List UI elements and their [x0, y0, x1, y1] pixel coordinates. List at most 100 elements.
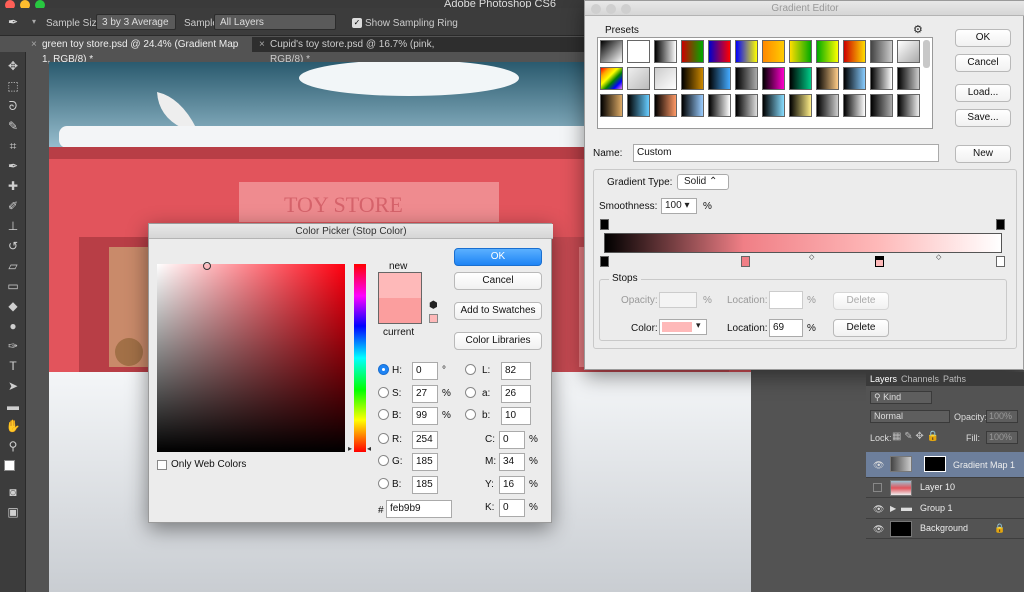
color-select[interactable]: ▾: [659, 319, 707, 335]
brightness-field[interactable]: 99: [412, 407, 438, 425]
l-radio[interactable]: [465, 364, 476, 375]
minimize-dialog-icon[interactable]: [606, 4, 616, 14]
midpoint-diamond-1[interactable]: ◇: [809, 253, 814, 261]
ok-button[interactable]: OK: [454, 248, 542, 266]
gradient-type-select[interactable]: Solid ⌃: [677, 174, 729, 190]
presets-grid[interactable]: [597, 37, 933, 129]
preset-swatch[interactable]: [816, 94, 839, 117]
m-field[interactable]: 34: [499, 453, 525, 471]
brush-tool-icon[interactable]: ✐: [4, 198, 22, 214]
smoothness-field[interactable]: 100 ▾: [661, 198, 697, 214]
doc-tab-green-toy-store[interactable]: × green toy store.psd @ 24.4% (Gradient …: [26, 37, 252, 65]
preset-swatch[interactable]: [600, 40, 623, 63]
c-field[interactable]: 0: [499, 431, 525, 449]
presets-gear-icon[interactable]: ⚙: [913, 23, 923, 36]
a-radio[interactable]: [465, 387, 476, 398]
preset-swatch[interactable]: [735, 67, 758, 90]
preset-swatch[interactable]: [600, 67, 623, 90]
delete-opacity-stop-button[interactable]: Delete: [833, 292, 889, 310]
s-radio[interactable]: [378, 387, 389, 398]
out-of-gamut-cube-icon[interactable]: ⬢: [429, 300, 438, 311]
crop-tool-icon[interactable]: ⌗: [4, 138, 22, 154]
gradient-preview-bar[interactable]: [604, 233, 1002, 253]
tab-channels[interactable]: Channels: [901, 374, 939, 384]
midpoint-diamond-2[interactable]: ◇: [936, 253, 941, 261]
stamp-tool-icon[interactable]: ⊥: [4, 218, 22, 234]
color-stop-black[interactable]: [600, 256, 609, 267]
hue-slider-left-arrow[interactable]: ▸: [348, 444, 352, 453]
hand-tool-icon[interactable]: ✋: [4, 418, 22, 434]
g-field[interactable]: 185: [412, 453, 438, 471]
color-stop-white[interactable]: [996, 256, 1005, 267]
shape-tool-icon[interactable]: ▬: [4, 398, 22, 414]
dodge-tool-icon[interactable]: ●: [4, 318, 22, 334]
layer-mask-thumbnail[interactable]: [924, 456, 946, 472]
preset-swatch[interactable]: [708, 94, 731, 117]
opacity-stop-left[interactable]: [600, 219, 609, 230]
preset-swatch[interactable]: [870, 94, 893, 117]
g-radio[interactable]: [378, 455, 389, 466]
quick-select-tool-icon[interactable]: ✎: [4, 118, 22, 134]
opacity-field[interactable]: [659, 292, 697, 308]
save-button[interactable]: Save...: [955, 109, 1011, 127]
preset-swatch[interactable]: [708, 40, 731, 63]
close-tab-icon[interactable]: ×: [259, 37, 265, 52]
visibility-eye-icon[interactable]: 👁: [873, 460, 884, 471]
screen-mode-icon[interactable]: ▣: [4, 504, 22, 520]
hue-slider[interactable]: ▸ ◂: [348, 264, 371, 453]
layer-row-background[interactable]: 👁 Background 🔒: [866, 519, 1024, 539]
opacity-stop-right[interactable]: [996, 219, 1005, 230]
color-libraries-button[interactable]: Color Libraries: [454, 332, 542, 350]
tool-preset-dropdown-icon[interactable]: ▾: [32, 17, 36, 26]
preset-swatch[interactable]: [843, 67, 866, 90]
visibility-toggle[interactable]: [873, 483, 882, 492]
preset-swatch[interactable]: [708, 67, 731, 90]
history-brush-icon[interactable]: ↺: [4, 238, 22, 254]
zoom-dialog-icon[interactable]: [621, 4, 631, 14]
presets-scrollbar[interactable]: [923, 40, 930, 68]
pen-tool-icon[interactable]: ✑: [4, 338, 22, 354]
tab-layers[interactable]: Layers: [870, 374, 897, 384]
b-radio[interactable]: [465, 409, 476, 420]
preset-swatch[interactable]: [762, 40, 785, 63]
load-button[interactable]: Load...: [955, 84, 1011, 102]
s-field[interactable]: 27: [412, 385, 438, 403]
layer-row-layer-10[interactable]: Layer 10: [866, 478, 1024, 498]
opacity-location-field[interactable]: [769, 291, 803, 309]
layer-row-gradient-map[interactable]: 👁 Gradient Map 1: [866, 452, 1024, 478]
hex-field[interactable]: feb9b9: [386, 500, 452, 518]
preset-swatch[interactable]: [654, 94, 677, 117]
y-field[interactable]: 16: [499, 476, 525, 494]
color-picker-cursor[interactable]: [203, 262, 211, 270]
opacity-input[interactable]: 100%: [986, 410, 1018, 423]
move-tool-icon[interactable]: ✥: [4, 58, 22, 74]
color-location-field[interactable]: 69: [769, 319, 803, 337]
preset-swatch[interactable]: [762, 67, 785, 90]
sample-size-select[interactable]: 3 by 3 Average: [96, 14, 176, 30]
path-select-tool-icon[interactable]: ➤: [4, 378, 22, 394]
lock-icons[interactable]: ▦ ✎ ✥ 🔒: [892, 431, 939, 442]
tab-paths[interactable]: Paths: [943, 374, 966, 384]
preset-swatch[interactable]: [843, 40, 866, 63]
close-dialog-icon[interactable]: [591, 4, 601, 14]
visibility-eye-icon[interactable]: 👁: [873, 524, 884, 535]
l-field[interactable]: 82: [501, 362, 531, 380]
show-sampling-ring-checkbox[interactable]: ✓: [352, 18, 362, 28]
h-radio[interactable]: [378, 364, 389, 375]
preset-swatch[interactable]: [600, 94, 623, 117]
eyedropper-tool-icon[interactable]: ✒: [8, 15, 18, 29]
preset-swatch[interactable]: [789, 40, 812, 63]
marquee-tool-icon[interactable]: ⬚: [4, 78, 22, 94]
preset-swatch[interactable]: [735, 94, 758, 117]
k-field[interactable]: 0: [499, 499, 525, 517]
preset-swatch[interactable]: [654, 40, 677, 63]
preset-swatch[interactable]: [654, 67, 677, 90]
type-tool-icon[interactable]: T: [4, 358, 22, 374]
preset-swatch[interactable]: [870, 67, 893, 90]
layer-row-group-1[interactable]: 👁 ▶ ▬ Group 1: [866, 499, 1024, 519]
color-stop-red[interactable]: [741, 256, 750, 267]
r-radio[interactable]: [378, 433, 389, 444]
b-field[interactable]: 10: [501, 407, 531, 425]
blue-radio[interactable]: [378, 478, 389, 489]
preset-swatch[interactable]: [789, 67, 812, 90]
